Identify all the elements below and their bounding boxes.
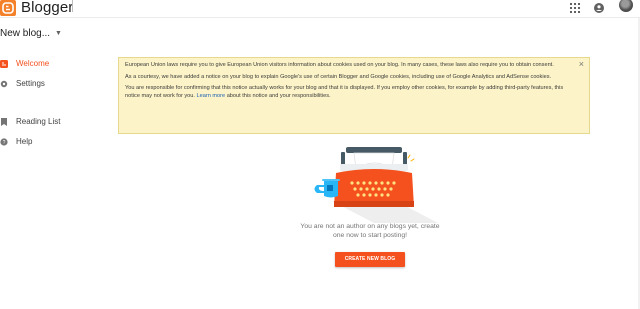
sidebar-item-welcome[interactable]: Welcome bbox=[0, 57, 100, 71]
notice-paragraph: European Union laws require you to give … bbox=[125, 62, 554, 68]
empty-state-message: You are not an author on any blogs yet, … bbox=[280, 222, 460, 240]
sidebar-item-label: Settings bbox=[16, 79, 45, 88]
header-divider bbox=[72, 0, 73, 12]
blog-selector-label: New blog... bbox=[0, 28, 51, 39]
sidebar-item-label: Reading List bbox=[16, 117, 61, 126]
help-icon: ? bbox=[0, 137, 8, 147]
gear-icon bbox=[0, 79, 8, 89]
notice-text: You are responsible for confirming that … bbox=[125, 85, 564, 99]
svg-text:?: ? bbox=[3, 140, 6, 146]
create-new-blog-button[interactable]: CREATE NEW BLOG bbox=[335, 252, 405, 267]
sidebar-item-reading-list[interactable]: Reading List bbox=[0, 115, 100, 129]
sidebar-item-help[interactable]: ? Help bbox=[0, 135, 100, 149]
typewriter-illustration bbox=[310, 145, 440, 223]
caret-down-icon: ▼ bbox=[55, 30, 62, 37]
blog-selector[interactable]: New blog... ▼ bbox=[0, 27, 62, 42]
sidebar-item-settings[interactable]: Settings bbox=[0, 77, 100, 91]
sidebar-item-label: Welcome bbox=[16, 59, 50, 68]
empty-state-line: You are not an author on any blogs yet, … bbox=[300, 223, 440, 230]
notice-text: about this notice and your responsibilit… bbox=[226, 92, 331, 99]
learn-more-link[interactable]: Learn more bbox=[197, 93, 226, 99]
bookmark-icon bbox=[0, 117, 8, 127]
close-icon[interactable]: × bbox=[579, 59, 584, 69]
blogger-icon bbox=[0, 59, 8, 69]
eu-cookie-notice: × European Union laws require you to giv… bbox=[118, 57, 590, 134]
blogger-logo-icon[interactable] bbox=[0, 0, 16, 16]
app-title[interactable]: Blogger bbox=[21, 0, 73, 16]
sidebar-item-label: Help bbox=[16, 137, 33, 146]
notice-paragraph: As a courtesy, we have added a notice on… bbox=[125, 73, 552, 80]
user-avatar[interactable] bbox=[619, 0, 633, 12]
apps-grid-icon[interactable] bbox=[570, 0, 580, 13]
notice-paragraph: You are responsible for confirming that … bbox=[125, 85, 569, 100]
account-circle-icon[interactable] bbox=[594, 0, 604, 13]
empty-state-line: one now to start posting! bbox=[332, 232, 408, 239]
top-app-bar: Blogger bbox=[0, 0, 640, 18]
